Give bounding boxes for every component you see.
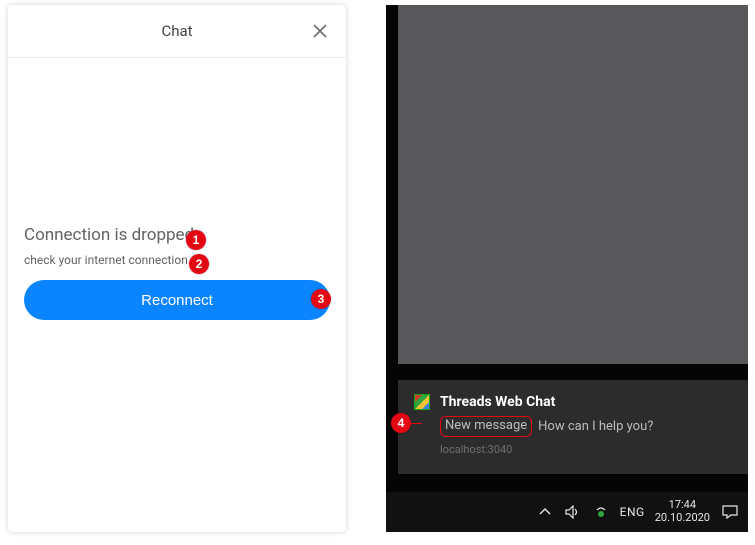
close-icon[interactable] <box>308 19 332 43</box>
language-indicator[interactable]: ENG <box>620 505 645 519</box>
toast-new-message-label: New message <box>440 416 532 437</box>
toast-app-title: Threads Web Chat <box>440 394 555 410</box>
desktop-right-panel: Threads Web Chat New message How can I h… <box>386 5 748 532</box>
tray-chevron-up-icon[interactable] <box>536 503 554 521</box>
tray-clock[interactable]: 17:44 20.10.2020 <box>655 499 710 524</box>
chat-widget: Chat Connection is dropped check your in… <box>8 5 346 532</box>
taskbar: ENG 17:44 20.10.2020 <box>386 492 748 532</box>
volume-icon[interactable] <box>564 503 582 521</box>
toast-origin: localhost:3040 <box>440 443 732 456</box>
chat-body: Connection is dropped check your interne… <box>8 58 346 532</box>
toast-preview: How can I help you? <box>538 419 653 434</box>
annotation-badge-2: 2 <box>189 254 209 274</box>
annotation-badge-1: 1 <box>186 230 206 250</box>
chat-header: Chat <box>8 5 346 58</box>
connection-error-subtext: check your internet connection <box>24 253 188 267</box>
action-center-icon[interactable] <box>720 504 740 520</box>
reconnect-button[interactable]: Reconnect <box>24 280 330 320</box>
toast-header: Threads Web Chat <box>414 394 732 410</box>
annotation-badge-3: 3 <box>311 289 331 309</box>
app-window-shadow <box>398 5 748 364</box>
chrome-icon <box>414 394 430 410</box>
toast-body: New message How can I help you? <box>440 416 732 437</box>
connection-error-heading: Connection is dropped <box>24 225 194 245</box>
network-icon[interactable] <box>592 503 610 521</box>
notification-toast[interactable]: Threads Web Chat New message How can I h… <box>398 380 748 474</box>
annotation-badge-4: 4 <box>391 413 411 433</box>
tray-date: 20.10.2020 <box>655 512 710 525</box>
chat-title: Chat <box>8 5 346 57</box>
